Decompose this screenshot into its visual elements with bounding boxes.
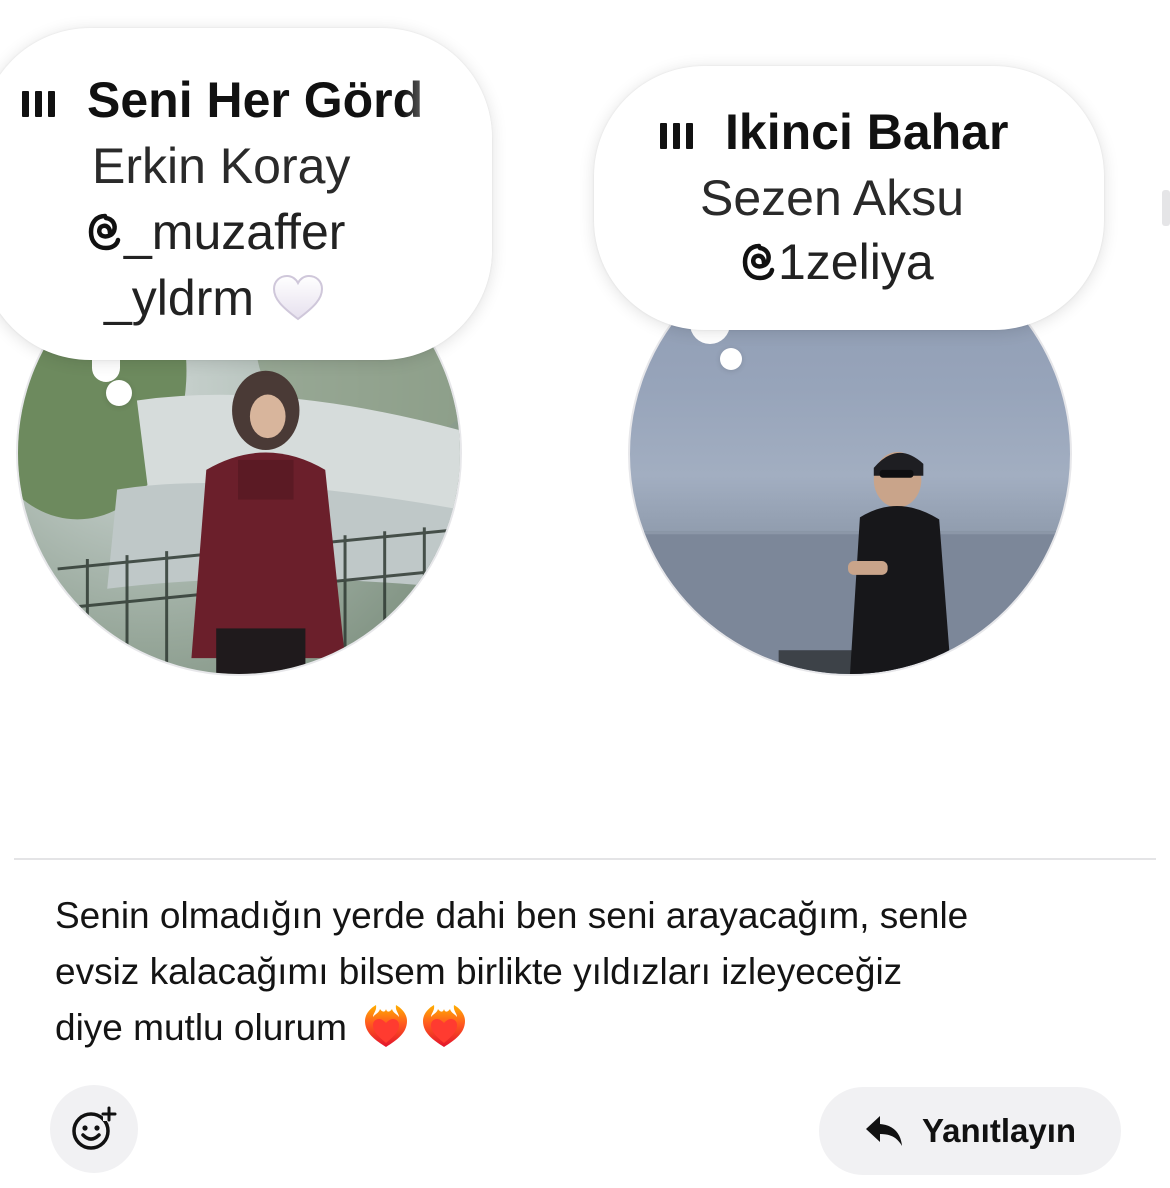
bubble-dot-right	[720, 348, 742, 370]
message-line-3: diye mutlu olurum	[55, 1007, 348, 1048]
bubble-dot-left	[106, 380, 132, 406]
handle-right: 1zeliya	[778, 234, 934, 290]
heart-on-fire-icon	[365, 1005, 408, 1048]
threads-icon	[742, 243, 775, 281]
song-title-right: Ikinci Bahar	[725, 104, 1009, 160]
message-line-1: Senin olmadığın yerde dahi ben seni aray…	[55, 895, 969, 936]
handle-row-right: 1zeliya	[742, 230, 934, 294]
handle-row-left: _muzaffer	[88, 200, 345, 264]
next-item-edge	[1162, 190, 1170, 226]
heart-on-fire-icon	[423, 1005, 466, 1048]
title-fade	[402, 28, 492, 360]
message-text: Senin olmadığın yerde dahi ben seni aray…	[55, 888, 1135, 1056]
add-reaction-icon	[72, 1106, 117, 1150]
artist-name-left: Erkin Koray	[92, 138, 351, 194]
song-title-left: Seni Her Görd	[87, 72, 424, 128]
message-line-3-row: diye mutlu olurum	[55, 1000, 1135, 1056]
handle-row-left-2: _yldrm	[104, 266, 324, 330]
add-reaction-button[interactable]	[50, 1085, 138, 1173]
music-bars-icon	[660, 100, 699, 164]
song-title-row-right: Ikinci Bahar	[660, 100, 1008, 164]
handle-left-line1: _muzaffer	[124, 204, 346, 260]
reply-button[interactable]: Yanıtlayın	[819, 1087, 1121, 1175]
message-line-2: evsiz kalacağımı bilsem birlikte yıldızl…	[55, 951, 903, 992]
music-bars-icon	[22, 68, 61, 132]
song-title-row-left: Seni Her Görd	[22, 68, 423, 132]
white-heart-icon	[273, 274, 324, 321]
handle-left-line2: _yldrm	[104, 270, 255, 326]
reply-label: Yanıtlayın	[921, 1112, 1077, 1149]
reply-arrow-icon	[865, 1116, 902, 1146]
song-bubble-right[interactable]: Ikinci Bahar Sezen Aksu 1zeliya	[594, 66, 1104, 330]
song-bubble-left[interactable]: Seni Her Görd Erkin Koray _muzaffer _yld…	[0, 28, 492, 360]
artist-name-right: Sezen Aksu	[700, 170, 965, 226]
divider	[14, 858, 1156, 860]
threads-icon	[88, 213, 121, 251]
